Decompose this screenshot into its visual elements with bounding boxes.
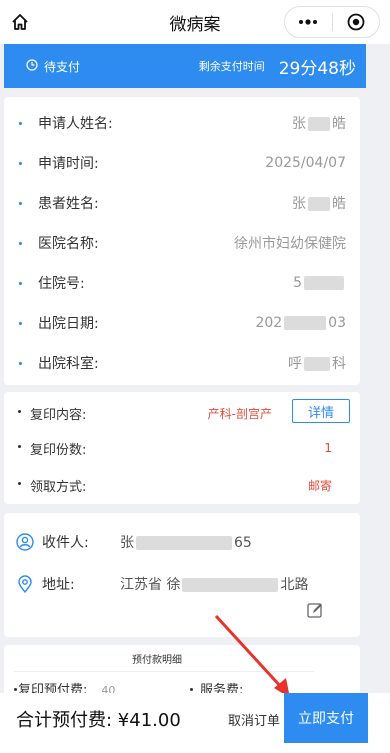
applicant-info-card: 申请人姓名: 张皓 申请时间: 2025/04/07 患者姓名: 张皓 医院名称… <box>4 97 360 385</box>
recipient-name-row: 收件人: 张 65 <box>4 527 360 557</box>
info-row-discharge-date: 出院日期: 202 03 <box>4 303 360 343</box>
bottom-action-bar: 合计预付费: ¥41.00 取消订单 立即支付 <box>0 693 390 743</box>
bullet-dot <box>19 161 22 165</box>
reprint-copies-value: 1 <box>324 441 332 455</box>
info-label: 出院科室: <box>38 356 99 372</box>
bullet-dot <box>18 445 21 448</box>
address-row: 地址: 江苏省 徐北路 <box>4 569 360 599</box>
remaining-time-label: 剩余支付时间 <box>198 60 265 73</box>
bullet-dot <box>19 281 22 285</box>
pickup-method-label: 领取方式: <box>30 479 87 495</box>
mini-program-capsule <box>284 6 380 38</box>
nav-bar: 微病案 <box>0 0 390 44</box>
info-label: 患者姓名: <box>38 196 99 212</box>
recipient-card: 收件人: 张 65 地址: 江苏省 徐北路 <box>4 513 360 637</box>
info-label: 申请人姓名: <box>38 116 113 132</box>
pickup-method-value: 邮寄 <box>307 478 332 493</box>
info-value: 2025/04/07 <box>265 155 346 171</box>
bullet-dot <box>18 482 21 485</box>
location-pin-icon <box>16 575 34 594</box>
recipient-name-label: 收件人: <box>42 535 89 551</box>
user-icon <box>16 533 34 551</box>
total-prepay: 合计预付费: ¥41.00 <box>16 710 181 731</box>
bullet-dot <box>14 688 17 691</box>
recipient-name-value: 张 65 <box>120 535 252 551</box>
info-row-apply-time: 申请时间: 2025/04/07 <box>4 143 360 183</box>
bullet-dot <box>19 241 22 245</box>
info-row-inpatient-no: 住院号: 5 <box>4 263 360 303</box>
reprint-content-row: 复印内容: 产科-剖宫产 详情 <box>4 398 360 428</box>
target-circle-icon[interactable] <box>333 7 380 37</box>
clock-icon <box>26 58 38 74</box>
bullet-dot <box>19 201 22 205</box>
cancel-order-button[interactable]: 取消订单 <box>228 710 280 729</box>
home-indicator <box>0 743 390 753</box>
bullet-dot <box>19 121 22 125</box>
more-dots-icon[interactable] <box>285 7 332 37</box>
info-row-patient-name: 患者姓名: 张皓 <box>4 183 360 223</box>
bullet-dot <box>18 410 21 413</box>
info-value: 5 <box>293 275 346 291</box>
status-banner: 待支付 剩余支付时间 29分48秒 <box>4 44 366 88</box>
detail-button[interactable]: 详情 <box>292 399 350 423</box>
info-value: 张皓 <box>292 116 346 132</box>
home-icon[interactable] <box>6 8 34 36</box>
page: 微病案 待支付 剩余支付时间 29分48秒 申请人姓名: 张皓 申请时间: 20… <box>0 0 390 753</box>
pickup-method-row: 领取方式: 邮寄 <box>4 470 360 500</box>
address-value: 江苏省 徐北路 <box>120 577 309 593</box>
reprint-content-value: 产科-剖宫产 <box>207 406 272 421</box>
page-title: 微病案 <box>169 14 221 35</box>
reprint-content-label: 复印内容: <box>30 407 87 423</box>
bullet-dot <box>19 361 22 365</box>
bullet-dot <box>19 321 22 325</box>
annotation-arrow-icon <box>214 614 290 698</box>
info-value: 202 03 <box>255 315 346 331</box>
info-label: 住院号: <box>38 276 85 292</box>
info-row-applicant-name: 申请人姓名: 张皓 <box>4 103 360 143</box>
reprint-info-card: 复印内容: 产科-剖宫产 详情 复印份数: 1 领取方式: 邮寄 <box>4 392 360 504</box>
info-value: 呼科 <box>288 356 346 372</box>
reprint-copies-row: 复印份数: 1 <box>4 433 360 463</box>
info-label: 医院名称: <box>38 236 99 252</box>
info-value: 徐州市妇幼保健院 <box>234 236 346 252</box>
countdown-timer: 29分48秒 <box>278 58 356 79</box>
reprint-copies-label: 复印份数: <box>30 442 87 458</box>
info-row-hospital: 医院名称: 徐州市妇幼保健院 <box>4 223 360 263</box>
edit-icon[interactable] <box>306 601 324 619</box>
info-label: 申请时间: <box>38 156 99 172</box>
address-label: 地址: <box>42 577 75 593</box>
pay-now-button[interactable]: 立即支付 <box>284 693 368 743</box>
info-value: 张皓 <box>292 196 346 212</box>
status-label: 待支付 <box>44 59 81 74</box>
bullet-dot <box>190 688 193 691</box>
info-row-discharge-dept: 出院科室: 呼科 <box>4 343 360 383</box>
info-label: 出院日期: <box>38 316 99 332</box>
